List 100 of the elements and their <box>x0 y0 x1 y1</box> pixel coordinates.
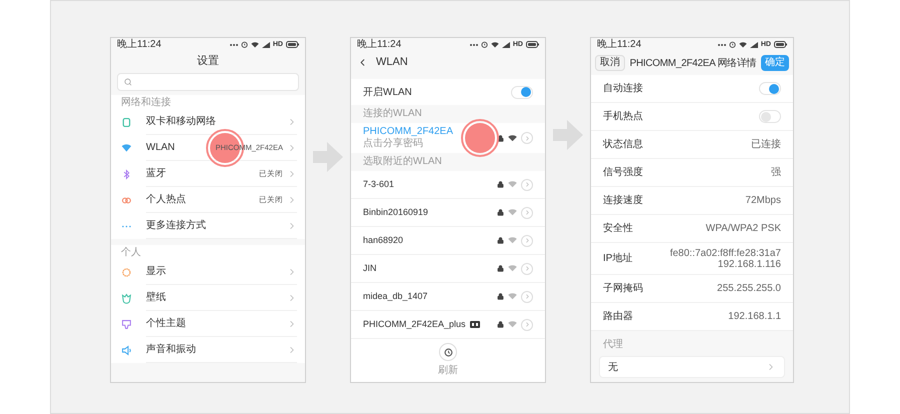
section-label: 连接的WLAN <box>363 106 422 121</box>
row-label: 信号强度 <box>603 166 643 180</box>
info-button[interactable] <box>521 178 533 190</box>
wifi-icon <box>250 42 259 48</box>
section-label: 网络和连接 <box>121 96 171 110</box>
settings-item[interactable]: 显示 <box>111 259 305 285</box>
link-icon <box>121 194 132 206</box>
row-label: 自动连接 <box>603 82 643 96</box>
settings-item[interactable]: 个性主题 <box>111 311 305 337</box>
settings-item[interactable]: 壁纸 <box>111 285 305 311</box>
status-time: 晚上11:24 <box>117 40 162 50</box>
row-label: 安全性 <box>603 222 633 236</box>
chevron-icon <box>524 265 530 272</box>
toggle-switch[interactable] <box>759 110 781 123</box>
item-label: 壁纸 <box>146 290 166 305</box>
network-item[interactable]: han68920 <box>351 227 545 255</box>
chevron-icon <box>524 237 530 244</box>
info-button[interactable] <box>521 290 533 302</box>
settings-item[interactable]: 更多连接方式 <box>111 213 305 239</box>
chevron-icon <box>524 293 530 300</box>
toggle-switch[interactable] <box>759 82 781 95</box>
item-label: 蓝牙 <box>146 166 166 181</box>
cancel-button[interactable]: 取消 <box>595 55 625 71</box>
toggle-switch[interactable] <box>511 86 533 98</box>
item-label: 个人热点 <box>146 192 186 207</box>
bluetooth-icon <box>121 168 132 180</box>
chevron-icon <box>524 181 530 188</box>
sim-card-icon <box>121 116 132 128</box>
speaker-icon <box>121 344 132 356</box>
refresh-button[interactable] <box>439 343 457 361</box>
row-value: 192.168.1.116 <box>718 258 781 270</box>
item-label: 双卡和移动网络 <box>146 114 216 129</box>
row-value: 255.255.255.0 <box>717 283 781 294</box>
proxy-field[interactable]: 无 <box>599 356 785 378</box>
row-label: 手机热点 <box>603 110 643 124</box>
network-item[interactable]: 7-3-601 <box>351 171 545 199</box>
wifi-icon <box>508 134 517 142</box>
wifi-icon <box>508 209 517 216</box>
wifi-icon <box>508 265 517 272</box>
section-label: 个人 <box>121 246 141 260</box>
switch-label: 开启WLAN <box>363 86 412 100</box>
wifi-icon <box>508 321 517 328</box>
wifi-icon <box>490 42 499 48</box>
battery-icon <box>526 41 539 48</box>
row-label: 子网掩码 <box>603 282 643 296</box>
row-value: 强 <box>771 167 781 178</box>
section-label: 代理 <box>602 338 624 352</box>
item-label: WLAN <box>146 141 175 155</box>
network-subtitle: 点击分享密码 <box>363 138 424 150</box>
network-name: JIN <box>363 262 376 275</box>
lock-icon <box>497 293 504 300</box>
wifi-icon <box>738 42 747 48</box>
info-button[interactable] <box>521 234 533 246</box>
info-button[interactable] <box>521 206 533 218</box>
clock-icon <box>444 348 452 356</box>
item-label: 声音和振动 <box>146 342 196 357</box>
search-icon <box>124 78 132 86</box>
row-label: 状态信息 <box>603 138 643 152</box>
wifi-icon <box>121 142 132 154</box>
info-button[interactable] <box>521 262 533 274</box>
lock-icon <box>497 181 504 188</box>
network-item[interactable]: Binbin20160919 <box>351 199 545 227</box>
alarm-icon <box>728 41 736 48</box>
network-name: midea_db_1407 <box>363 290 428 303</box>
refresh-label: 刷新 <box>438 364 458 378</box>
signal-icon <box>750 42 758 48</box>
info-button[interactable] <box>521 132 533 144</box>
lock-icon <box>497 265 504 272</box>
network-item[interactable]: JIN <box>351 255 545 283</box>
status-time: 晚上11:24 <box>597 40 642 50</box>
network-name: Binbin20160919 <box>363 206 428 219</box>
row-value: WPA/WPA2 PSK <box>706 223 781 234</box>
network-name: 7-3-601 <box>363 178 394 191</box>
alarm-icon <box>240 41 248 48</box>
row-value: 192.168.1.1 <box>728 311 781 322</box>
lock-icon <box>497 237 504 244</box>
item-label: 个性主题 <box>146 316 186 331</box>
row-label: 连接速度 <box>603 194 643 208</box>
network-name: han68920 <box>363 234 404 247</box>
row-value: fe80::7a02:f8ff:fe28:31a7 <box>670 248 781 258</box>
row-label: IP地址 <box>603 252 632 266</box>
wifi-icon <box>508 237 517 244</box>
info-button[interactable] <box>521 318 533 330</box>
lock-icon <box>497 321 504 328</box>
lock-icon <box>497 134 504 142</box>
band-badge-icon <box>470 321 480 328</box>
network-name: PHICOMM_2F42EA_plus <box>363 318 466 331</box>
search-field[interactable] <box>117 73 299 91</box>
item-label: 更多连接方式 <box>146 218 206 233</box>
network-name: PHICOMM_2F42EA <box>363 126 454 138</box>
settings-item[interactable]: 声音和振动 <box>111 337 305 363</box>
wifi-icon <box>508 293 517 300</box>
screen-title: 设置 <box>197 54 219 69</box>
status-time: 晚上11:24 <box>357 40 402 50</box>
section-label: 选取附近的WLAN <box>363 154 442 169</box>
settings-item[interactable]: 双卡和移动网络 <box>111 109 305 135</box>
chevron-icon <box>524 209 530 216</box>
battery-icon <box>286 41 299 48</box>
row-value: 72Mbps <box>745 195 781 206</box>
network-item[interactable]: midea_db_1407 <box>351 283 545 311</box>
